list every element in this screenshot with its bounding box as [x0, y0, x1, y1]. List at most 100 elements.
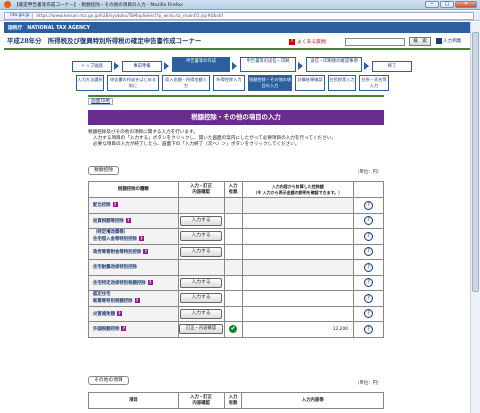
input-button[interactable]: 入力する: [180, 293, 223, 304]
intro-line: 必要な項目の入力が終了したら、画面下の「入力終了（次へ）＞」ボタンをクリックして…: [93, 142, 300, 148]
input-example-link[interactable]: 入力例集: [436, 38, 461, 44]
checkmark-icon: ✔: [229, 325, 238, 334]
section-tax-credit-label: 税額控除: [88, 166, 120, 175]
scrollbar-thumb[interactable]: [472, 32, 479, 292]
section-other-label: その他の項目: [88, 376, 129, 385]
row-button-cell: 入力する: [177, 274, 225, 291]
row-amount-cell: [241, 290, 355, 307]
row-button-cell: 入力する: [177, 212, 225, 229]
table-row: 住宅特定改修特別税額控除? 入力する ?: [88, 274, 384, 291]
window-titlebar: 【確定申告書等作成コーナー】- 税額控除・その他の項目の入力 - Mozilla…: [0, 0, 480, 10]
row-amount-cell: [241, 274, 355, 291]
help-question-icon[interactable]: ?: [125, 217, 131, 223]
table-row: 投資税額等控除? 入力する ?: [88, 212, 384, 229]
help-question-icon[interactable]: ?: [112, 202, 118, 208]
page-title: 税額控除・その他の項目の入力: [88, 110, 384, 125]
print-screen-link[interactable]: 画面印刷: [88, 98, 114, 105]
step-arrow: [364, 62, 369, 70]
row-status-cell: [223, 197, 243, 214]
table-row: 配当控除? ?: [88, 197, 384, 214]
step-top: トップ画面: [72, 61, 112, 72]
row-name: 外国税額控除?: [88, 321, 179, 338]
explanation-icon[interactable]: ?: [364, 278, 374, 288]
row-status-cell: [223, 305, 243, 322]
row-help-cell: ?: [353, 305, 384, 322]
help-question-icon[interactable]: ?: [143, 248, 149, 254]
row-help-cell: ?: [353, 243, 384, 260]
window-title: 【確定申告書等作成コーナー】- 税額控除・その他の項目の入力 - Mozilla…: [14, 2, 183, 8]
explanation-icon[interactable]: ?: [364, 293, 374, 303]
help-question-icon[interactable]: ?: [116, 310, 122, 316]
substep-input-method: 入力方法選択: [76, 75, 104, 91]
unit-label: （単位：円）: [355, 170, 382, 175]
substep-tax-credit: 税額控除・その他の項目の入力: [248, 75, 292, 91]
explanation-icon[interactable]: ?: [364, 324, 374, 334]
table-row: 住宅耐震改修特別控除 ?: [88, 259, 384, 276]
row-name-text: 外国税額控除: [93, 327, 120, 333]
help-question-icon[interactable]: ?: [121, 326, 127, 332]
row-status-cell: [223, 228, 243, 245]
row-button-cell: [177, 259, 225, 276]
search-input[interactable]: [345, 38, 405, 46]
input-button[interactable]: 入力する: [180, 246, 223, 257]
input-button[interactable]: 入力する: [180, 215, 223, 226]
explanation-icon[interactable]: ?: [364, 247, 374, 257]
table-row: 災害減免額? 入力する ?: [88, 305, 384, 322]
row-name: 投資税額等控除?: [88, 212, 179, 229]
explanation-icon[interactable]: ?: [364, 309, 374, 319]
row-name-text: 認定住宅 新築等特別税額控除: [93, 292, 133, 304]
help-question-icon[interactable]: ?: [147, 279, 153, 285]
site-identity[interactable]: nta.go.jp: [7, 13, 34, 19]
row-amount-cell: [241, 243, 355, 260]
edit-confirm-button[interactable]: 訂正・内容確認: [179, 324, 224, 335]
faq-link[interactable]: ? よくある質問: [289, 38, 326, 45]
search-button[interactable]: 検 索: [409, 37, 431, 46]
minimize-button[interactable]: ─: [425, 1, 439, 8]
close-button[interactable]: ✕: [455, 1, 477, 8]
agency-bar: 国税庁 NATIONAL TAX AGENCY: [4, 22, 470, 33]
help-question-icon[interactable]: ?: [134, 297, 140, 303]
row-name: 認定住宅 新築等特別税額控除?: [88, 290, 179, 307]
explanation-icon[interactable]: ?: [364, 216, 374, 226]
step-send-print: 申告書等の送信・印刷: [240, 57, 296, 72]
table-row: 外国税額控除? 訂正・内容確認 ✔ 12,200 ?: [88, 321, 384, 338]
other-items-table: 項目 入力・訂正 内容確認 入力 有無 入力内容等: [88, 392, 384, 409]
row-name: 配当控除?: [88, 197, 179, 214]
row-amount-cell: [241, 228, 355, 245]
vertical-scrollbar[interactable]: [470, 22, 480, 413]
row-help-cell: ?: [353, 228, 384, 245]
input-button[interactable]: 入力する: [180, 277, 223, 288]
help-question-icon[interactable]: ?: [138, 235, 144, 241]
row-name: 政党等寄附金等特別控除?: [88, 243, 179, 260]
table-row: （特定増改築等） 住宅借入金等特別控除? 入力する ?: [88, 228, 384, 245]
step-create: 申告書等の作成: [172, 57, 230, 72]
col-header-item: 項目: [88, 392, 179, 409]
unit-label: （単位：円）: [355, 381, 382, 386]
page-header: 平成28年分 所得税及び復興特別所得税の確定申告書作成コーナー ? よくある質問 …: [4, 33, 470, 50]
url-field[interactable]: nta.go.jp https://www.keisan.nta.go.jp/h…: [4, 12, 474, 20]
explanation-icon[interactable]: ?: [364, 262, 374, 272]
input-button[interactable]: 入力する: [180, 231, 223, 242]
explanation-icon[interactable]: ?: [364, 231, 374, 241]
faq-label: よくある質問: [297, 40, 326, 45]
intro-text: 税額控除及びその他の項目に関する入力を行います。 入力する項目の「入力する」ボタ…: [88, 130, 384, 149]
row-help-cell: ?: [353, 212, 384, 229]
substep-income: 収入金額・所得金額入力: [162, 75, 210, 91]
explanation-icon[interactable]: ?: [364, 200, 374, 210]
step-after-send: 送信・印刷後の確認事項: [306, 57, 362, 72]
row-help-cell: ?: [353, 321, 384, 338]
row-status-cell: [223, 212, 243, 229]
step-arrow: [114, 62, 119, 70]
row-status-cell: [223, 243, 243, 260]
input-example-label: 入力例集: [443, 39, 462, 44]
input-button[interactable]: 入力する: [180, 308, 223, 319]
maximize-button[interactable]: □: [440, 1, 454, 8]
substep-result: 計算結果確認: [295, 75, 325, 91]
row-button-cell: 入力する: [177, 305, 225, 322]
tax-credit-table: 税額控除の種類 入力・訂正 内容確認 入力 有無 入力内容から計算した控除額 （…: [88, 181, 384, 338]
book-icon: [436, 38, 442, 44]
step-arrow: [298, 62, 303, 70]
col-header-confirm: 入力・訂正 内容確認: [177, 181, 225, 198]
substep-before-create: 申告書の作成をはじめる前に: [107, 75, 159, 91]
col-header-type: 税額控除の種類: [88, 181, 179, 198]
